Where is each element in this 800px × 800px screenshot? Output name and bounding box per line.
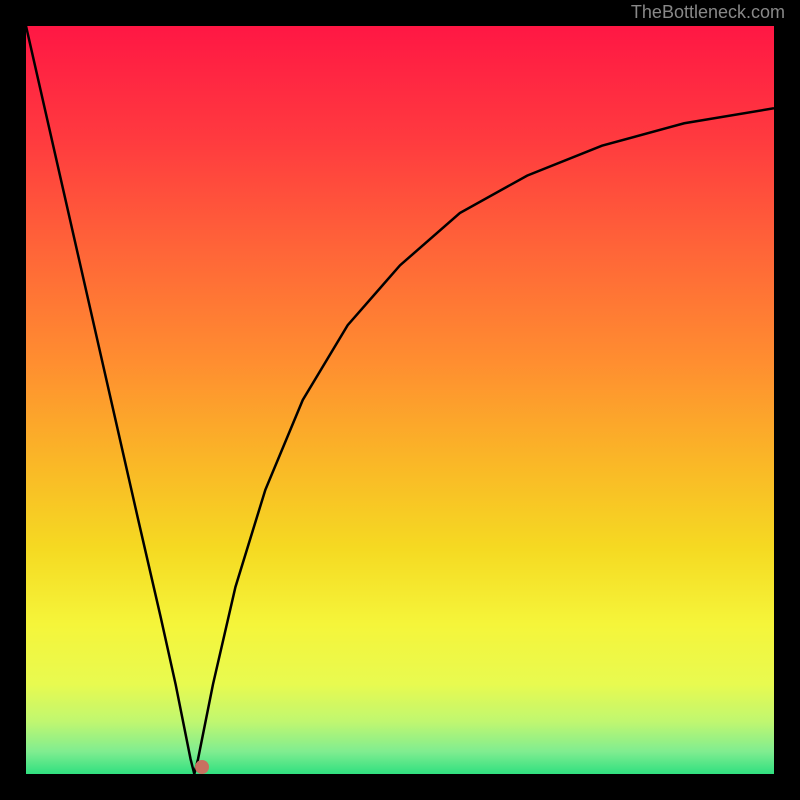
chart-area [26, 26, 774, 774]
curve-line [26, 26, 774, 774]
watermark-text: TheBottleneck.com [631, 2, 785, 23]
optimal-point-marker [195, 760, 209, 774]
